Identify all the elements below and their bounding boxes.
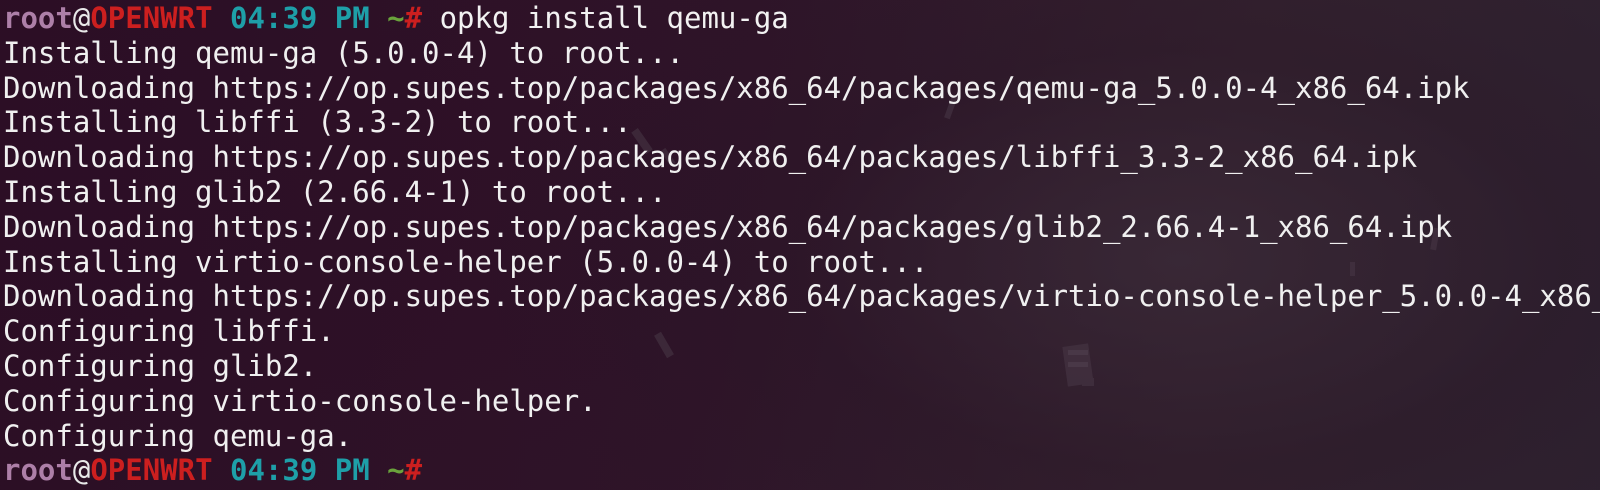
output-line: Downloading https://op.supes.top/package… [3,209,1453,244]
prompt-path: ~ [387,1,405,35]
output-line: Configuring glib2. [3,348,318,383]
output-line: Downloading https://op.supes.top/package… [3,140,1418,175]
prompt-line: root@OPENWRT 04:39 PM ~# opkg install qe… [3,1,1597,36]
terminal-output: root@OPENWRT 04:39 PM ~# opkg install qe… [3,1,1600,488]
prompt-symbol: # [404,453,423,488]
prompt-line-active[interactable]: root@OPENWRT 04:39 PM ~# [3,453,1597,488]
terminal-window[interactable]: root@OPENWRT 04:39 PM ~# opkg install qe… [0,0,1600,490]
prompt-user: root [3,453,73,488]
prompt-time: 04:39 PM [230,453,370,488]
output-line: Configuring qemu-ga. [3,418,353,453]
command-text: opkg install qemu-ga [439,1,789,35]
prompt-host: OPENWRT [90,453,213,488]
prompt-host: OPENWRT [90,1,213,35]
output-line: Installing glib2 (2.66.4-1) to root... [3,174,667,209]
output-line: Installing libffi (3.3-2) to root... [3,105,632,140]
output-line: Installing virtio-console-helper (5.0.0-… [3,244,929,279]
prompt-symbol: # [404,1,423,35]
prompt-user: root [3,1,73,35]
output-line: Downloading https://op.supes.top/package… [3,70,1470,105]
output-line: Configuring libffi. [3,314,335,349]
prompt-path: ~ [387,453,405,488]
output-line: Downloading https://op.supes.top/package… [3,279,1600,314]
output-line: Configuring virtio-console-helper. [3,383,597,418]
prompt-time: 04:39 PM [230,1,370,35]
prompt-at: @ [72,453,91,488]
prompt-at: @ [72,1,91,35]
output-line: Installing qemu-ga (5.0.0-4) to root... [3,35,684,70]
